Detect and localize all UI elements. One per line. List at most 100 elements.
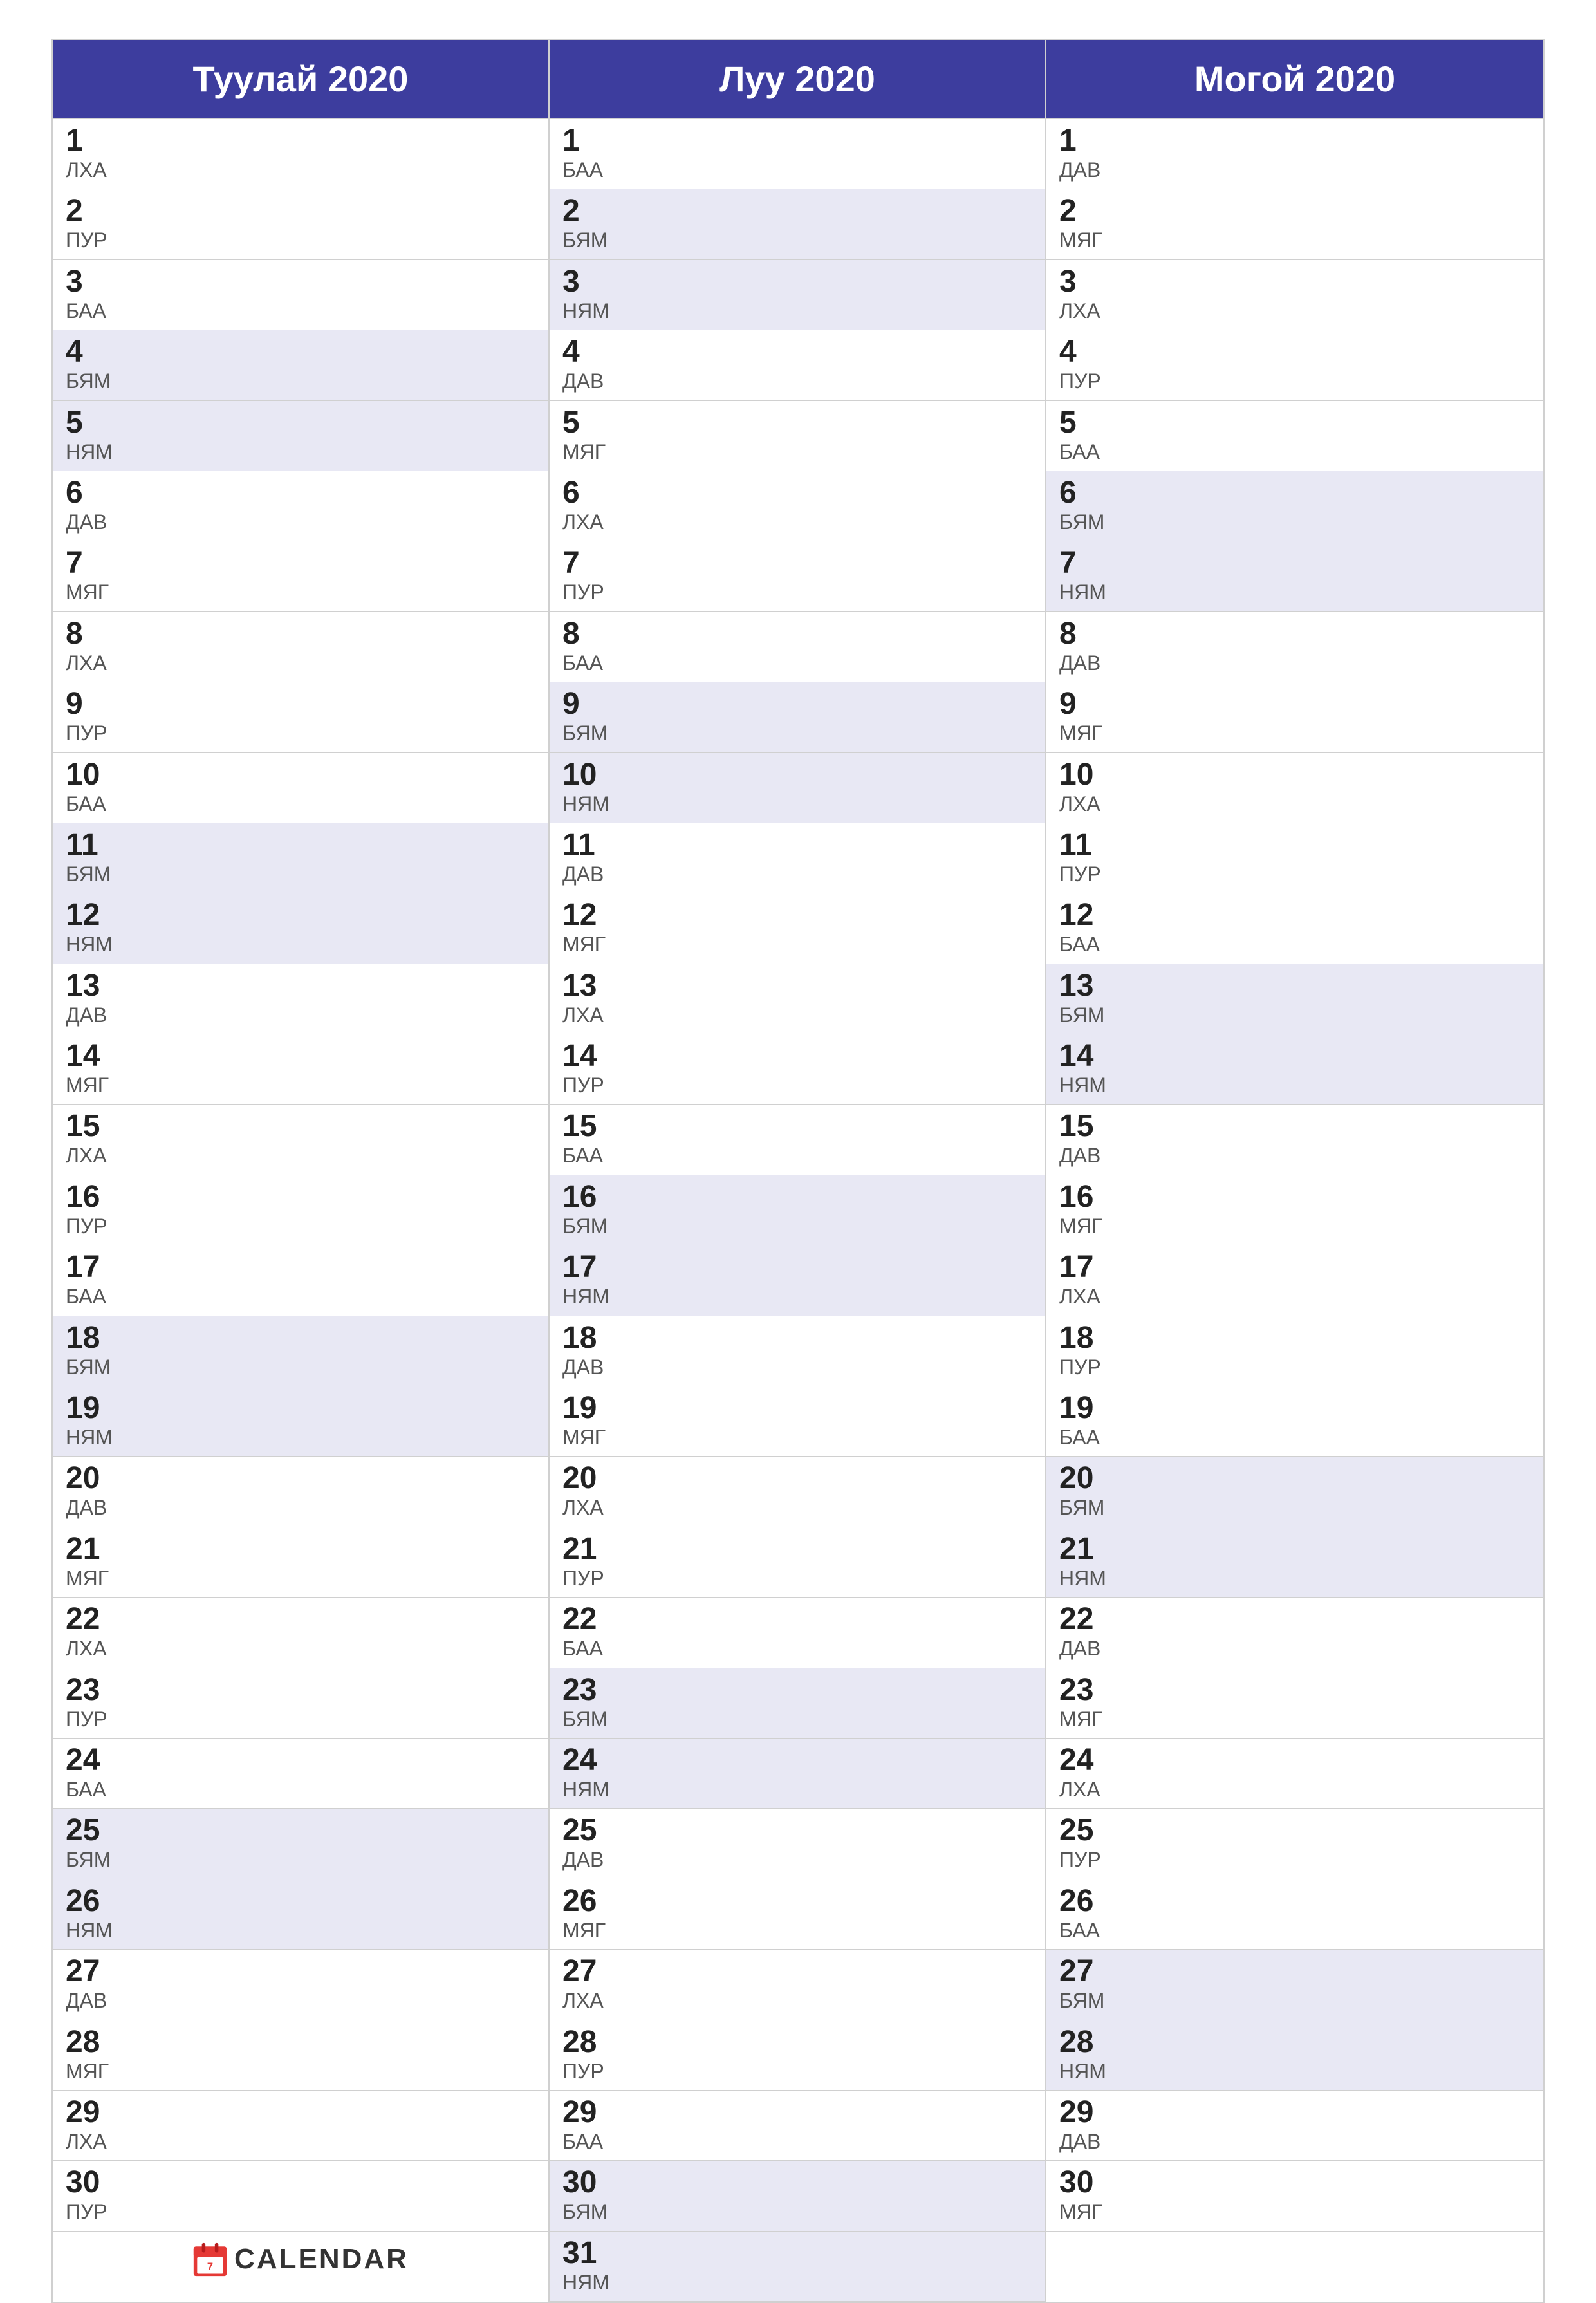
day-label: БЯМ (562, 721, 1032, 745)
day-row: 25ПУР (1046, 1809, 1543, 1879)
day-row: 15ЛХА (53, 1105, 548, 1175)
day-number: 28 (66, 2027, 535, 2058)
day-number: 8 (1059, 619, 1530, 649)
month-header-0: Туулай 2020 (53, 40, 548, 119)
day-label: ДАВ (66, 1495, 535, 1520)
day-label: ПУР (1059, 1355, 1530, 1379)
day-row: 29ЛХА (53, 2091, 548, 2161)
day-label: ДАВ (1059, 1636, 1530, 1661)
day-row: 10ЛХА (1046, 753, 1543, 823)
day-number: 13 (66, 971, 535, 1002)
day-label: БАА (66, 792, 535, 816)
day-number: 29 (66, 2097, 535, 2128)
day-number: 5 (562, 407, 1032, 438)
day-row: 10НЯМ (550, 753, 1045, 823)
day-number: 14 (562, 1041, 1032, 1072)
day-label: БЯМ (66, 1847, 535, 1872)
day-label: ЛХА (1059, 299, 1530, 323)
day-number: 23 (66, 1675, 535, 1706)
day-number: 29 (562, 2097, 1032, 2128)
day-label: ЛХА (1059, 1777, 1530, 1802)
month-column-0: Туулай 20201ЛХА2ПУР3БАА4БЯМ5НЯМ6ДАВ7МЯГ8… (53, 40, 550, 2302)
day-label: БАА (1059, 440, 1530, 464)
day-label: БЯМ (562, 1214, 1032, 1238)
day-label: НЯМ (1059, 1566, 1530, 1590)
day-number: 20 (1059, 1463, 1530, 1494)
day-row: 11ПУР (1046, 823, 1543, 893)
day-label: МЯГ (66, 1073, 535, 1097)
day-label: БЯМ (562, 2199, 1032, 2224)
day-row: 13БЯМ (1046, 964, 1543, 1034)
day-label: ПУР (66, 2199, 535, 2224)
day-label: ЛХА (562, 1003, 1032, 1027)
day-label: НЯМ (562, 2270, 1032, 2295)
day-label: ПУР (66, 1707, 535, 1731)
day-number: 19 (1059, 1393, 1530, 1424)
day-row: 9ПУР (53, 682, 548, 752)
day-row: 6ДАВ (53, 471, 548, 541)
day-label: ПУР (562, 1073, 1032, 1097)
day-label: НЯМ (562, 792, 1032, 816)
month-header-2: Могой 2020 (1046, 40, 1543, 119)
day-number: 10 (1059, 760, 1530, 790)
month-header-1: Луу 2020 (550, 40, 1045, 119)
day-label: ЛХА (562, 1988, 1032, 2013)
day-row: 29БАА (550, 2091, 1045, 2161)
day-label: БАА (1059, 1425, 1530, 1450)
day-number: 9 (562, 689, 1032, 720)
day-label: БАА (66, 299, 535, 323)
day-label: БАА (562, 1636, 1032, 1661)
day-label: БЯМ (66, 1355, 535, 1379)
day-label: МЯГ (562, 932, 1032, 956)
day-number: 26 (562, 1886, 1032, 1917)
day-number: 21 (562, 1534, 1032, 1565)
day-row: 15ДАВ (1046, 1105, 1543, 1175)
day-label: ЛХА (66, 651, 535, 675)
day-label: БАА (66, 1284, 535, 1309)
day-number: 14 (1059, 1041, 1530, 1072)
inline-calendar-icon: 7 (192, 2242, 228, 2277)
day-label: ПУР (562, 1566, 1032, 1590)
day-row: 18БЯМ (53, 1316, 548, 1386)
day-number: 3 (1059, 266, 1530, 297)
day-number: 17 (562, 1252, 1032, 1283)
day-row: 10БАА (53, 753, 548, 823)
day-number: 16 (1059, 1182, 1530, 1213)
day-row: 27БЯМ (1046, 1950, 1543, 2020)
day-row: 17НЯМ (550, 1245, 1045, 1316)
day-number: 15 (562, 1111, 1032, 1142)
day-number: 10 (66, 760, 535, 790)
day-label: ПУР (66, 228, 535, 252)
day-number: 4 (1059, 337, 1530, 368)
day-label: ДАВ (1059, 2129, 1530, 2154)
empty-row (1046, 2232, 1543, 2288)
day-label: МЯГ (66, 2059, 535, 2084)
day-number: 2 (1059, 196, 1530, 227)
day-label: НЯМ (66, 1918, 535, 1943)
month-column-1: Луу 20201БАА2БЯМ3НЯМ4ДАВ5МЯГ6ЛХА7ПУР8БАА… (550, 40, 1046, 2302)
day-row: 18ДАВ (550, 1316, 1045, 1386)
day-label: БЯМ (562, 1707, 1032, 1731)
day-number: 16 (562, 1182, 1032, 1213)
day-row: 7ПУР (550, 541, 1045, 611)
day-number: 10 (562, 760, 1032, 790)
day-label: ДАВ (562, 369, 1032, 393)
day-row: 8ДАВ (1046, 612, 1543, 682)
day-label: БАА (562, 158, 1032, 182)
day-row: 9МЯГ (1046, 682, 1543, 752)
day-label: БАА (66, 1777, 535, 1802)
day-number: 6 (562, 478, 1032, 508)
day-row: 24БАА (53, 1739, 548, 1809)
day-label: МЯГ (66, 580, 535, 604)
day-label: МЯГ (562, 1918, 1032, 1943)
day-number: 25 (66, 1815, 535, 1846)
day-label: НЯМ (1059, 2059, 1530, 2084)
day-number: 13 (562, 971, 1032, 1002)
day-row: 1ЛХА (53, 119, 548, 189)
day-number: 25 (562, 1815, 1032, 1846)
day-row: 20ДАВ (53, 1457, 548, 1527)
day-number: 13 (1059, 971, 1530, 1002)
day-number: 1 (562, 126, 1032, 156)
day-number: 18 (562, 1323, 1032, 1354)
day-number: 24 (1059, 1745, 1530, 1776)
